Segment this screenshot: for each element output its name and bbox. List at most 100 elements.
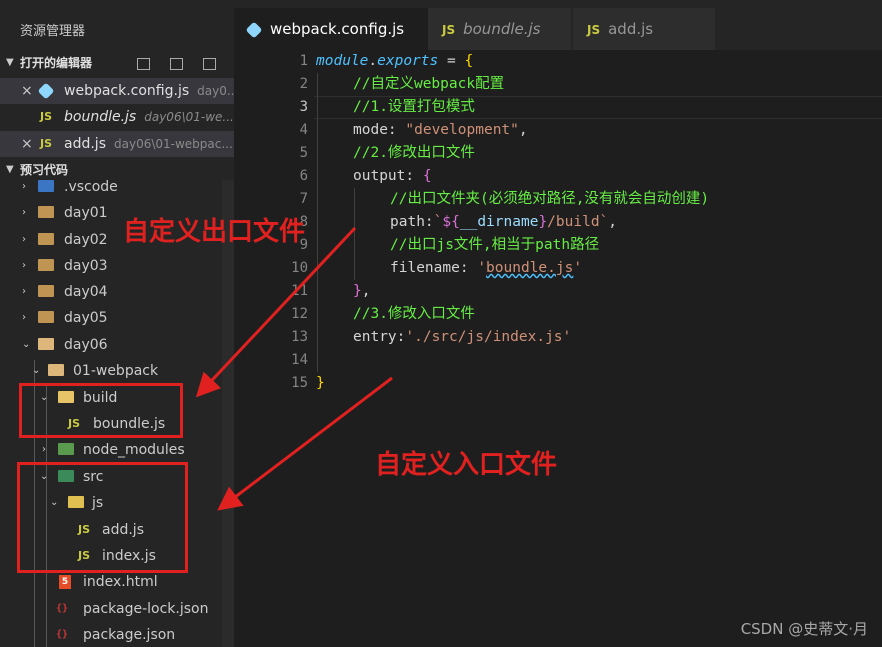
open-editors-actions	[121, 51, 216, 75]
chevron-right-icon: ›	[22, 207, 26, 218]
output-callout-label: 自定义出口文件	[123, 217, 306, 247]
new-untitled-file-icon[interactable]	[136, 57, 150, 70]
editor-tab-bar: webpack.config.js JS boundle.js JS add.js	[234, 0, 882, 50]
tab-webpack-config[interactable]: webpack.config.js	[234, 8, 428, 50]
highlight-box-output	[19, 383, 183, 438]
tree-label: node_modules	[83, 442, 185, 458]
js-icon: JS	[40, 137, 53, 150]
line-number: 13	[291, 329, 308, 345]
open-editor-boundle[interactable]: JS boundle.js day06\01-we...	[0, 104, 234, 130]
code-line-2: //自定义webpack配置	[353, 76, 505, 92]
open-editors-title: 打开的编辑器	[20, 56, 93, 70]
tree-label: 01-webpack	[73, 363, 159, 379]
code-editor[interactable]: 1 2 3 4 5 6 7 8 9 10 11 12 13 14 15 modu…	[234, 50, 882, 647]
json-icon: {}	[56, 629, 69, 640]
line-number: 10	[291, 260, 308, 276]
code-line-9: //出口js文件,相当于path路径	[390, 237, 600, 253]
close-icon[interactable]: ×	[21, 78, 33, 104]
tree-item-vscode[interactable]: › .vscode	[0, 174, 234, 200]
folder-vscode-icon	[38, 180, 54, 192]
sidebar-scrollbar[interactable]	[222, 180, 234, 647]
open-editor-label: webpack.config.jsday0...	[64, 83, 234, 99]
code-line-7: //出口文件夹(必须绝对路径,没有就会自动创建)	[390, 191, 710, 207]
folder-open-icon	[48, 364, 64, 376]
tree-label: package-lock.json	[83, 601, 209, 617]
chevron-right-icon: ›	[22, 312, 26, 323]
tree-item-day06[interactable]: ⌄ day06	[0, 332, 234, 358]
code-line-10: filename: 'boundle.js'	[390, 260, 583, 276]
code-line-1: module.exports = {	[316, 53, 474, 69]
code-line-8: path:`${__dirname}/build`,	[390, 214, 618, 230]
line-number: 5	[299, 145, 308, 161]
tree-item-day05[interactable]: › day05	[0, 305, 234, 331]
js-icon: JS	[587, 23, 601, 37]
folder-node-icon	[58, 443, 74, 455]
code-line-4: mode: "development",	[353, 122, 528, 138]
webpack-icon	[245, 20, 263, 38]
close-all-icon[interactable]	[203, 57, 216, 70]
tree-label: day06	[64, 337, 108, 353]
line-number: 12	[291, 306, 308, 322]
line-number: 14	[291, 352, 308, 368]
code-line-3: //1.设置打包模式	[353, 99, 475, 115]
tree-label: day02	[64, 232, 108, 248]
webpack-icon	[37, 78, 55, 104]
code-line-11: },	[353, 283, 371, 299]
tree-item-day04[interactable]: › day04	[0, 279, 234, 305]
code-line-13: entry:'./src/js/index.js'	[353, 329, 572, 345]
explorer-title: 资源管理器	[20, 24, 86, 39]
tab-label: boundle.js	[463, 20, 541, 38]
code-line-6: output: {	[353, 168, 432, 184]
tab-boundle-js[interactable]: JS boundle.js	[428, 8, 571, 50]
open-editor-add[interactable]: × JS add.js day06\01-webpac...	[0, 131, 234, 157]
tree-item-package-lock[interactable]: {} package-lock.json	[0, 596, 234, 622]
tree-label: package.json	[83, 627, 176, 643]
line-number: 6	[299, 168, 308, 184]
tree-label: day05	[64, 310, 108, 326]
tree-item-node-modules[interactable]: › node_modules	[0, 437, 234, 463]
tree-label: day04	[64, 284, 108, 300]
line-number: 7	[299, 191, 308, 207]
line-number: 11	[291, 283, 308, 299]
chevron-right-icon: ›	[22, 260, 26, 271]
folder-icon	[38, 259, 54, 271]
tab-label: add.js	[608, 20, 654, 38]
indent-guide	[317, 73, 318, 372]
js-icon: JS	[442, 23, 456, 37]
tree-item-day03[interactable]: › day03	[0, 253, 234, 279]
json-icon: {}	[56, 603, 69, 614]
code-line-5: //2.修改出口文件	[353, 145, 475, 161]
tab-label: webpack.config.js	[270, 20, 405, 38]
folder-icon	[38, 285, 54, 297]
close-icon[interactable]: ×	[21, 131, 33, 157]
chevron-right-icon: ›	[22, 181, 26, 192]
line-number: 1	[299, 53, 308, 69]
line-number: 2	[299, 76, 308, 92]
entry-callout-label: 自定义入口文件	[375, 450, 558, 480]
tree-item-package-json[interactable]: {} package.json	[0, 622, 234, 647]
line-number: 4	[299, 122, 308, 138]
folder-icon	[38, 233, 54, 245]
chevron-right-icon: ›	[42, 444, 46, 455]
line-number: 15	[291, 375, 308, 391]
open-editor-webpack-config[interactable]: × webpack.config.jsday0...	[0, 78, 234, 104]
save-all-icon[interactable]	[169, 57, 183, 70]
open-editor-label: add.js day06\01-webpac...	[64, 136, 233, 152]
line-number: 3	[299, 99, 308, 115]
chevron-down-icon: ⌄	[32, 365, 41, 376]
indent-guide	[354, 188, 355, 280]
tab-add-js[interactable]: JS add.js	[573, 8, 715, 50]
chevron-down-icon: ▼	[6, 57, 14, 68]
tree-label: day03	[64, 258, 108, 274]
watermark: CSDN @史蒂文·月	[740, 620, 868, 638]
folder-open-icon	[38, 338, 54, 350]
highlight-box-entry	[17, 462, 188, 573]
tree-label: day01	[64, 205, 108, 221]
html5-icon: 5	[59, 575, 71, 589]
tree-item-01-webpack[interactable]: ⌄ 01-webpack	[0, 358, 234, 384]
chevron-down-icon: ⌄	[22, 339, 31, 350]
chevron-right-icon: ›	[22, 234, 26, 245]
open-editor-label: boundle.js day06\01-we...	[64, 109, 234, 125]
open-editors-header[interactable]: ▼ 打开的编辑器	[0, 51, 234, 75]
js-icon: JS	[40, 110, 53, 123]
